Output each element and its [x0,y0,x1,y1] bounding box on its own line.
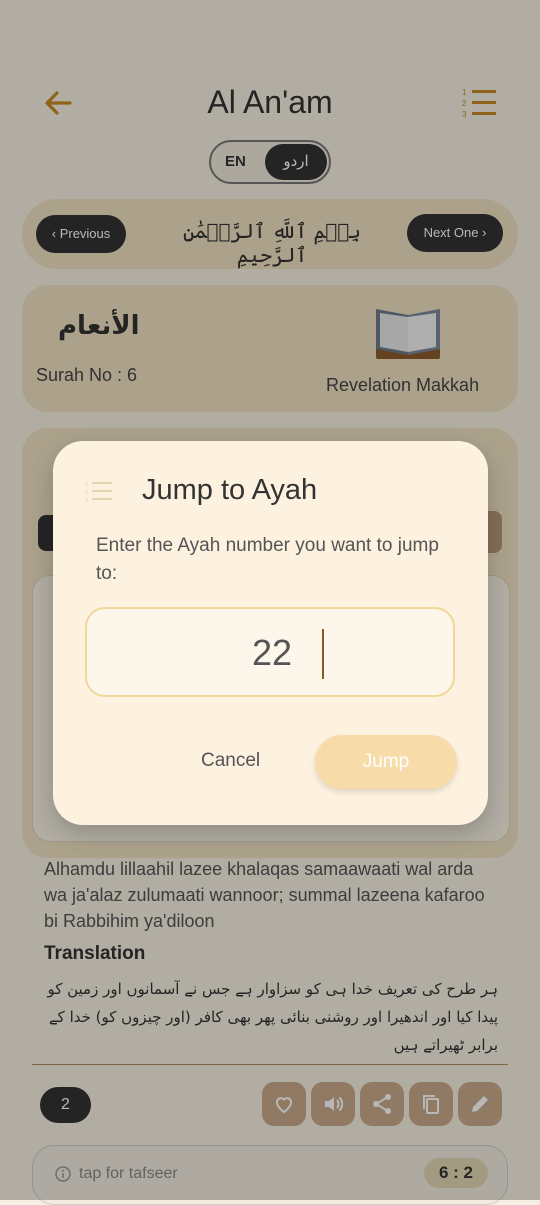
ayah-number-input[interactable] [85,607,457,697]
jump-to-ayah-dialog: 1 2 3 Jump to Ayah Enter the Ayah number y… [53,441,488,825]
text-caret [322,629,324,679]
svg-text:2: 2 [85,490,89,496]
ayah-number-field[interactable] [87,609,457,697]
dialog-title: Jump to Ayah [142,474,318,506]
numbered-list-icon: 1 2 3 [85,479,113,504]
dialog-message: Enter the Ayah number you want to jump t… [96,535,439,584]
svg-text:3: 3 [85,498,89,503]
svg-text:1: 1 [85,482,89,488]
cancel-button[interactable]: Cancel [201,750,260,772]
jump-button[interactable]: Jump [315,735,457,789]
